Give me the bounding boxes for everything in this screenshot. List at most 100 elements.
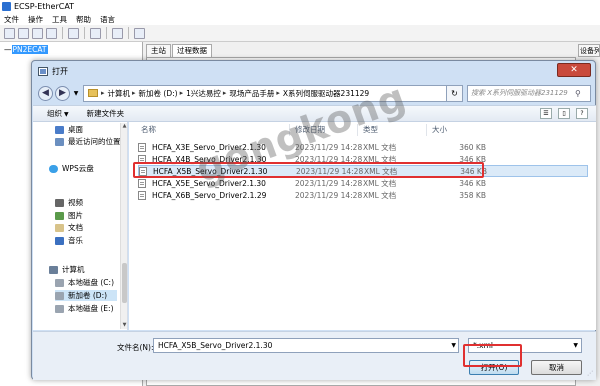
- xml-file-icon: [138, 190, 146, 200]
- toolbar-divider: [62, 27, 63, 39]
- recent-locations-dropdown[interactable]: ▼: [72, 86, 80, 101]
- scroll-down-icon[interactable]: ▼: [121, 322, 128, 329]
- nav-item-video[interactable]: 视频: [55, 197, 83, 208]
- music-icon: [55, 236, 64, 245]
- menu-file[interactable]: 文件: [4, 14, 19, 25]
- upload-icon[interactable]: [90, 27, 101, 39]
- dialog-window-icon: [38, 66, 48, 76]
- nav-item-recent[interactable]: 最近访问的位置: [55, 136, 121, 147]
- scroll-up-icon[interactable]: ▲: [121, 123, 128, 130]
- drive-icon: [55, 304, 64, 313]
- video-icon: [55, 198, 64, 207]
- search-input[interactable]: [471, 89, 575, 97]
- help-icon[interactable]: ?: [576, 108, 588, 119]
- file-list: 名称 修改日期 类型 大小 HCFA_X3E_Servo_Driver2.1.3…: [129, 122, 596, 330]
- filename-input[interactable]: HCFA_X5B_Servo_Driver2.1.30 ▼: [153, 338, 459, 353]
- column-header-date[interactable]: 修改日期: [295, 124, 325, 136]
- dialog-title-bar: 打开: [32, 61, 595, 81]
- tab-process-data[interactable]: 过程数据: [172, 44, 212, 57]
- back-button[interactable]: ◀: [38, 85, 53, 101]
- address-refresh-button[interactable]: ↻: [447, 84, 463, 102]
- search-box: ⚲: [467, 84, 591, 102]
- computer-icon: [49, 265, 58, 274]
- cancel-button[interactable]: 取消: [531, 360, 582, 375]
- resize-grip-icon[interactable]: ⋰: [587, 370, 593, 377]
- app-title: ECSP-EtherCAT: [14, 2, 75, 11]
- menu-help[interactable]: 帮助: [76, 14, 91, 25]
- column-header-size[interactable]: 大小: [432, 124, 447, 136]
- breadcrumb-computer[interactable]: 计算机: [108, 88, 131, 99]
- command-bar: 组织 ▼ 新建文件夹 ☰ ▯ ?: [33, 105, 596, 122]
- forward-button[interactable]: ▶: [55, 85, 70, 101]
- column-header-name[interactable]: 名称: [141, 124, 156, 136]
- nav-item-wps-cloud[interactable]: WPS云盘: [49, 163, 94, 174]
- view-buttons: ☰ ▯ ?: [540, 108, 588, 119]
- folder-icon: [88, 89, 98, 97]
- document-icon: [55, 223, 64, 232]
- drive-icon: [55, 291, 64, 300]
- nav-item-drive-e[interactable]: 本地磁盘 (E:): [55, 303, 114, 314]
- search-icon[interactable]: ⚲: [575, 89, 585, 98]
- app-title-bar: ECSP-EtherCAT: [0, 0, 600, 13]
- nav-item-desktop[interactable]: 桌面: [55, 124, 83, 135]
- settings-icon[interactable]: [68, 27, 79, 39]
- selected-file-highlight: [133, 162, 484, 178]
- nav-item-drive-d[interactable]: 新加卷 (D:): [55, 290, 117, 301]
- nav-item-music[interactable]: 音乐: [55, 235, 83, 246]
- chevron-down-icon: ▼: [573, 342, 578, 349]
- chevron-down-icon[interactable]: ▼: [451, 339, 456, 352]
- filename-label: 文件名(N):: [117, 343, 154, 352]
- file-row[interactable]: HCFA_X3E_Servo_Driver2.1.30 2023/11/29 1…: [138, 141, 588, 153]
- open-file-icon[interactable]: [18, 27, 29, 39]
- breadcrumb-folder-2[interactable]: 现场产品手册: [229, 88, 274, 99]
- nav-item-computer[interactable]: 计算机: [49, 264, 85, 275]
- config-icon[interactable]: [112, 27, 123, 39]
- refresh-icon[interactable]: [134, 27, 145, 39]
- save-icon[interactable]: [32, 27, 43, 39]
- menu-language[interactable]: 语言: [100, 14, 115, 25]
- toolbar-divider: [106, 27, 107, 39]
- recent-places-icon: [55, 137, 64, 146]
- scroll-thumb[interactable]: [122, 263, 127, 303]
- column-header-type[interactable]: 类型: [363, 124, 378, 136]
- breadcrumb-drive-d[interactable]: 新加卷 (D:): [139, 88, 178, 99]
- save-all-icon[interactable]: [46, 27, 57, 39]
- app-menu-bar: 文件 操作 工具 帮助 语言: [0, 13, 600, 25]
- preview-pane-icon[interactable]: ▯: [558, 108, 570, 119]
- nav-item-drive-c[interactable]: 本地磁盘 (C:): [55, 277, 114, 288]
- tree-node-root[interactable]: —PN2ECAT: [4, 45, 138, 54]
- breadcrumb-folder-1[interactable]: 1兴达易控: [186, 88, 221, 99]
- tab-device-list[interactable]: 设备列: [578, 44, 600, 57]
- new-file-icon[interactable]: [4, 27, 15, 39]
- menu-tools[interactable]: 工具: [52, 14, 67, 25]
- app-tabs: 主站 过程数据: [146, 44, 213, 57]
- file-row[interactable]: HCFA_X6B_Servo_Driver2.1.29 2023/11/29 1…: [138, 189, 588, 201]
- breadcrumb-folder-3[interactable]: X系列伺服驱动器231129: [283, 88, 369, 99]
- toolbar-divider: [84, 27, 85, 39]
- view-options-icon[interactable]: ☰: [540, 108, 552, 119]
- close-button[interactable]: ✕: [557, 63, 591, 77]
- navigation-pane: 桌面 最近访问的位置 WPS云盘 视频 图片 文档 音乐 计算机 本地磁盘 (C…: [33, 122, 128, 330]
- xml-file-icon: [138, 178, 146, 188]
- app-logo-icon: [2, 2, 11, 11]
- address-bar[interactable]: ▸ 计算机 ▸ 新加卷 (D:) ▸ 1兴达易控 ▸ 现场产品手册 ▸ X系列伺…: [83, 84, 447, 102]
- tab-master[interactable]: 主站: [146, 44, 171, 57]
- xml-file-icon: [138, 142, 146, 152]
- nav-item-documents[interactable]: 文档: [55, 222, 83, 233]
- menu-operation[interactable]: 操作: [28, 14, 43, 25]
- nav-pane-scrollbar[interactable]: ▲ ▼: [120, 123, 127, 329]
- picture-icon: [55, 211, 64, 220]
- open-button-highlight: [463, 344, 522, 367]
- organize-button[interactable]: 组织 ▼: [47, 108, 69, 119]
- dialog-title: 打开: [52, 66, 68, 76]
- address-row: ◀ ▶ ▼ ▸ 计算机 ▸ 新加卷 (D:) ▸ 1兴达易控 ▸ 现场产品手册 …: [38, 83, 591, 103]
- cloud-icon: [49, 164, 58, 173]
- nav-item-pictures[interactable]: 图片: [55, 210, 83, 221]
- desktop-icon: [55, 125, 64, 134]
- app-toolbar: [0, 25, 600, 42]
- toolbar-divider: [128, 27, 129, 39]
- open-file-dialog: 打开 ✕ ◀ ▶ ▼ ▸ 计算机 ▸ 新加卷 (D:) ▸ 1兴达易控 ▸ 现场…: [31, 60, 596, 380]
- file-row[interactable]: HCFA_X5E_Servo_Driver2.1.30 2023/11/29 1…: [138, 177, 588, 189]
- drive-icon: [55, 278, 64, 287]
- new-folder-button[interactable]: 新建文件夹: [87, 108, 125, 119]
